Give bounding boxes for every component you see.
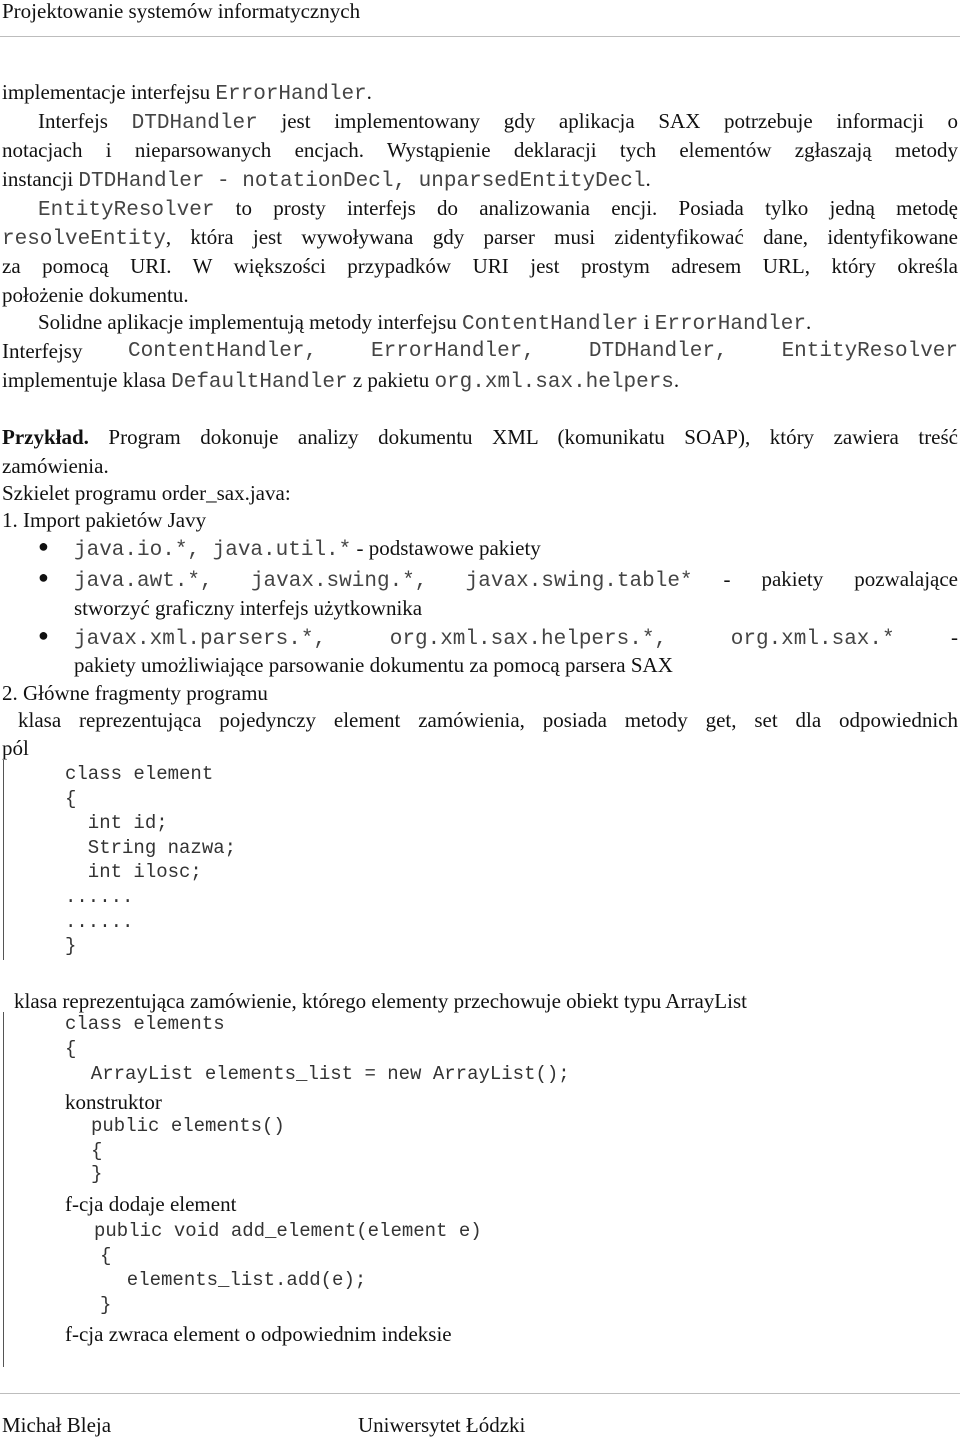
header-divider — [0, 36, 960, 37]
text: . — [805, 310, 812, 334]
text: Solidne aplikacje implementują metody in… — [38, 310, 462, 334]
code-term: ContentHandler — [461, 313, 639, 336]
paragraph-line: implementuje klasa DefaultHandler z paki… — [2, 366, 679, 397]
bullet-icon: ● — [38, 536, 49, 556]
code-term: resolveEntity — [2, 228, 166, 251]
code-line: } — [100, 1294, 112, 1316]
paragraph-line: za pomocą URI. W większości przypadków U… — [2, 254, 958, 278]
code-term: javax.xml.parsers.*, org.xml.sax.helpers… — [74, 628, 895, 651]
code-comment-label: konstruktor — [65, 1090, 162, 1114]
text: , która jest wywoływana gdy parser musi … — [165, 225, 958, 249]
block-description: klasa reprezentująca zamówienie, którego… — [14, 989, 747, 1013]
code-term: java.awt.*, javax.swing.*, javax.swing.t… — [74, 570, 693, 593]
list-item-1: 1. Import pakietów Javy — [2, 508, 207, 532]
paragraph-line: resolveEntity, która jest wywoływana gdy… — [2, 223, 958, 254]
code-comment-label: f-cja zwraca element o odpowiednim indek… — [65, 1322, 452, 1346]
code-line: { — [65, 787, 77, 810]
code-line: elements_list.add(e); — [104, 1269, 367, 1291]
page-header-title: Projektowanie systemów informatycznych — [2, 0, 361, 23]
code-block-border — [3, 1012, 4, 1367]
text: . — [673, 368, 680, 392]
text: - — [894, 625, 958, 649]
code-term: EntityResolver — [38, 199, 215, 222]
code-line: class element — [65, 763, 214, 785]
paragraph-line: położenie dokumentu. — [2, 283, 189, 307]
code-line: { — [91, 1140, 103, 1162]
code-line: } — [91, 1163, 103, 1185]
paragraph-line: Interfejs DTDHandler jest implementowany… — [2, 107, 958, 138]
example-line: zamówienia. — [2, 454, 109, 478]
text: implementacje interfejsu — [2, 80, 216, 104]
code-block-border — [3, 760, 4, 960]
code-line: public void add_element(element e) — [94, 1220, 482, 1242]
list-bullet: javax.xml.parsers.*, org.xml.sax.helpers… — [74, 623, 958, 654]
text: . — [366, 80, 372, 104]
code-term: DTDHandler - notationDecl, unparsedEntit… — [78, 170, 646, 193]
bullet-icon: ● — [38, 625, 49, 645]
code-line: ArrayList elements_list = new ArrayList(… — [68, 1063, 570, 1085]
code-block-element: class element{ int id; String nazwa; int… — [65, 762, 236, 959]
code-line: ...... — [65, 885, 134, 908]
text: to prosty interfejs do analizowania encj… — [214, 196, 958, 220]
list-bullet-cont: stworzyć graficzny interfejs użytkownika — [74, 596, 423, 620]
text: - pakiety pozwalające — [692, 567, 958, 591]
code-term: ContentHandler, ErrorHandler, DTDHandler… — [128, 340, 958, 363]
code-line: public elements() — [91, 1115, 285, 1137]
code-term: ErrorHandler — [215, 83, 367, 106]
paragraph-line: instancji DTDHandler - notationDecl, unp… — [2, 165, 651, 196]
paragraph-line: Solidne aplikacje implementują metody in… — [38, 308, 811, 339]
code-line: String nazwa; — [65, 836, 237, 859]
code-line: int ilosc; — [65, 861, 202, 884]
code-line: { — [100, 1245, 112, 1267]
example-line: Przykład. Program dokonuje analizy dokum… — [2, 423, 958, 452]
code-line: } — [65, 935, 77, 958]
text: i — [638, 310, 655, 334]
example-line: Szkielet programu order_sax.java: — [2, 481, 291, 505]
list-bullet: java.awt.*, javax.swing.*, javax.swing.t… — [74, 565, 958, 596]
paragraph-line: implementacje interfejsu ErrorHandler. — [2, 78, 372, 109]
block-description: pól — [2, 736, 29, 760]
code-term: DefaultHandler — [171, 371, 348, 394]
paragraph-line: EntityResolver to prosty interfejs do an… — [38, 194, 958, 225]
code-term: org.xml.sax.helpers — [434, 371, 674, 394]
list-bullet: java.io.*, java.util.* - podstawowe paki… — [74, 534, 541, 565]
bullet-icon: ● — [38, 567, 49, 587]
list-item-2: 2. Główne fragmenty programu — [2, 681, 268, 705]
text: Program dokonuje analizy dokumentu XML (… — [88, 425, 958, 449]
text: z pakietu — [347, 368, 435, 392]
text: . — [645, 167, 651, 191]
footer-author: Michał Bleja — [2, 1413, 112, 1437]
code-term: ErrorHandler — [654, 313, 806, 336]
list-bullet-cont: pakiety umożliwiające parsowanie dokumen… — [74, 653, 673, 677]
code-term: java.io.*, java.util.* — [74, 539, 352, 562]
paragraph-line: notacjach i nieparsowanych encjach. Wyst… — [2, 138, 958, 162]
code-line: int id; — [65, 812, 168, 835]
block-description: klasa reprezentująca pojedynczy element … — [18, 708, 958, 732]
text: implementuje klasa — [2, 368, 172, 392]
text: - podstawowe pakiety — [351, 536, 541, 560]
text: jest implementowany gdy aplikacja SAX po… — [257, 109, 958, 133]
code-line: { — [65, 1038, 77, 1060]
footer-university: Uniwersytet Łódzki — [358, 1413, 526, 1437]
text: Interfejs — [38, 109, 132, 133]
code-comment-label: f-cja dodaje element — [65, 1192, 237, 1216]
footer-divider — [0, 1393, 960, 1394]
paragraph-line: Interfejsy — [2, 339, 83, 363]
text: instancji — [2, 167, 79, 191]
code-line: ...... — [65, 910, 134, 933]
example-label: Przykład. — [2, 425, 89, 449]
code-term: DTDHandler — [131, 112, 258, 135]
code-line: class elements — [65, 1013, 225, 1035]
